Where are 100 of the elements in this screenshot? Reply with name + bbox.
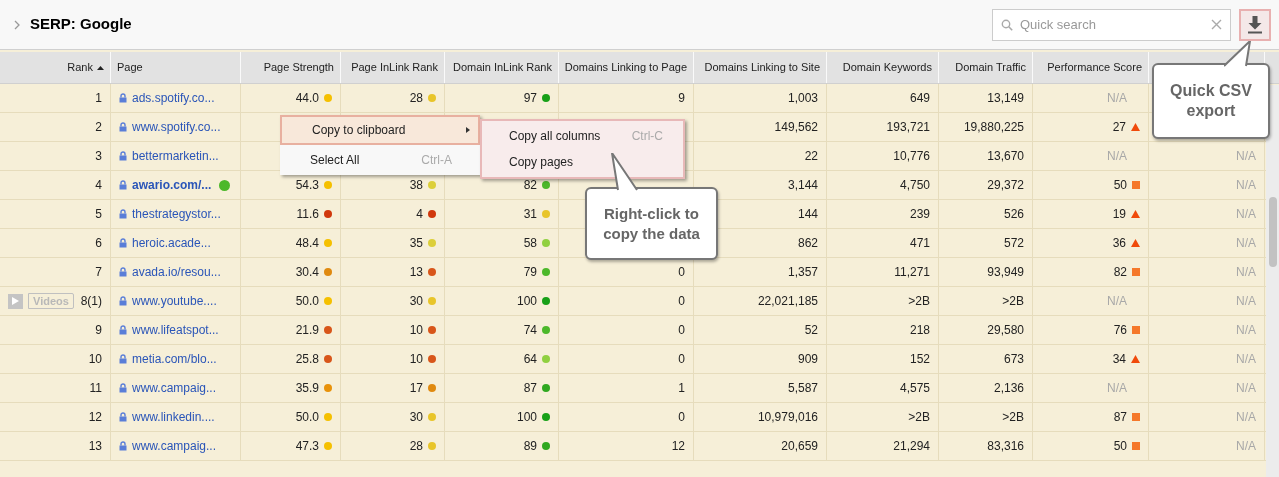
cell-value: 28 (409, 438, 423, 455)
scrollbar[interactable] (1266, 85, 1279, 477)
column-header[interactable]: Performance Score (1047, 59, 1142, 76)
cell-value: 48.4 (295, 235, 319, 252)
lock-icon (119, 354, 127, 364)
table-cell-text: N/A (1236, 148, 1256, 165)
lock-icon (119, 441, 127, 451)
column-header[interactable]: Domain Keywords (842, 59, 932, 76)
menu-item[interactable]: Copy to clipboard (280, 115, 480, 145)
page-link[interactable]: thestrategystor... (132, 205, 221, 223)
menu-item[interactable]: Select All Ctrl-A (280, 145, 480, 175)
download-icon (1247, 15, 1263, 34)
table-cell-text: 4,750 (899, 177, 930, 194)
column-header[interactable]: Domains Linking to Site (704, 59, 820, 76)
sort-icon (97, 65, 104, 70)
menu-item[interactable]: Copy all columns Ctrl-C (482, 123, 683, 149)
lock-icon (119, 151, 127, 161)
cell-value: N/A (1107, 148, 1127, 165)
table-cell-text: 20,659 (781, 438, 818, 455)
table-cell-text: 1 (678, 380, 685, 397)
table-cell-text: 5,587 (787, 380, 818, 397)
lock-icon (119, 267, 127, 277)
download-button[interactable] (1239, 8, 1271, 41)
table-cell-text: 13,670 (987, 148, 1024, 165)
search-icon (1001, 18, 1013, 31)
column-header[interactable]: Page Strength (263, 59, 334, 76)
rank-number: 1 (95, 90, 102, 107)
page-link[interactable]: heroic.acade... (132, 234, 211, 252)
lock-icon (119, 325, 127, 335)
cell-value: 50.0 (295, 409, 319, 426)
lock-icon (119, 296, 127, 306)
table-cell-text: 93,949 (987, 264, 1024, 281)
cell-value: 50.0 (295, 293, 319, 310)
table-cell-text: 909 (797, 351, 818, 368)
cell-value: 10 (409, 322, 423, 339)
callout-pointer (609, 153, 639, 191)
rank-number: 13 (88, 438, 102, 455)
cell-value: 47.3 (295, 438, 319, 455)
cell-value: 54.3 (295, 177, 319, 194)
column-header[interactable]: Domain Traffic (955, 59, 1026, 76)
search-field[interactable]: Quick search (992, 8, 1231, 41)
table-cell-text: 10,776 (893, 148, 930, 165)
page-link[interactable]: ads.spotify.co... (132, 89, 215, 107)
column-header[interactable]: Domains Linking to Page (564, 59, 687, 76)
cell-value: 100 (516, 409, 537, 426)
lock-icon (119, 122, 127, 132)
lock-icon (119, 238, 127, 248)
table-cell-text: N/A (1236, 264, 1256, 281)
play-icon[interactable] (8, 293, 23, 309)
table-cell-text: 0 (678, 264, 685, 281)
table-cell-text: >2B (1002, 293, 1024, 310)
table-cell-text: 193,721 (886, 119, 930, 136)
table-cell-text: 862 (797, 235, 818, 252)
page-link[interactable]: www.linkedin.... (132, 408, 215, 426)
column-header[interactable]: Page (117, 59, 143, 76)
page-link[interactable]: metia.com/blo... (132, 350, 217, 368)
table-cell-text: 2,136 (993, 380, 1024, 397)
cell-value: 82 (523, 177, 537, 194)
table-cell-text: 526 (1003, 206, 1024, 223)
page-link[interactable]: www.spotify.co... (132, 118, 221, 136)
table-cell-text: 21,294 (893, 438, 930, 455)
page-link[interactable]: www.lifeatspot... (132, 321, 219, 339)
table-cell-text: 149,562 (774, 119, 818, 136)
table-cell-text: >2B (908, 409, 930, 426)
rank-number: 5 (95, 206, 102, 223)
table-cell-text: 13,149 (987, 90, 1024, 107)
page-link[interactable]: www.youtube.... (132, 292, 217, 310)
page-link[interactable]: www.campaig... (132, 379, 217, 397)
table-cell-text: N/A (1236, 177, 1256, 194)
cell-value: 50 (1113, 177, 1127, 194)
column-header[interactable]: Domain InLink Rank (452, 59, 552, 76)
page-link[interactable]: www.campaig... (132, 437, 217, 455)
menu-item[interactable]: Copy pages (482, 149, 683, 175)
table-cell-text: 572 (1003, 235, 1024, 252)
table-cell-text: 471 (909, 235, 930, 252)
cell-value: 44.0 (295, 90, 319, 107)
table-cell-text: 0 (678, 293, 685, 310)
cell-value: 35 (409, 235, 423, 252)
cell-value: 58 (523, 235, 537, 252)
cell-value: 89 (523, 438, 537, 455)
column-header[interactable]: Page InLink Rank (351, 59, 438, 76)
page-link[interactable]: bettermarketin... (132, 147, 219, 165)
cell-value: 27 (1112, 119, 1126, 136)
cell-value: 82 (1113, 264, 1127, 281)
cell-value: 10 (409, 351, 423, 368)
cell-value: 11.6 (296, 206, 319, 223)
page-link[interactable]: awario.com/... (132, 176, 212, 194)
cell-value: 76 (1113, 322, 1127, 339)
table-cell-text: >2B (1002, 409, 1024, 426)
cell-value: 13 (409, 264, 423, 281)
column-header[interactable]: Rank (67, 59, 104, 76)
rank-number: 10 (88, 351, 102, 368)
search-input[interactable]: Quick search (1020, 14, 1211, 35)
chevron-icon[interactable] (14, 19, 20, 30)
lock-icon (119, 383, 127, 393)
close-icon[interactable] (1211, 19, 1222, 30)
page-link[interactable]: avada.io/resou... (132, 263, 221, 281)
cell-value: 87 (523, 380, 537, 397)
lock-icon (119, 209, 127, 219)
table-cell-text: 3,144 (787, 177, 818, 194)
